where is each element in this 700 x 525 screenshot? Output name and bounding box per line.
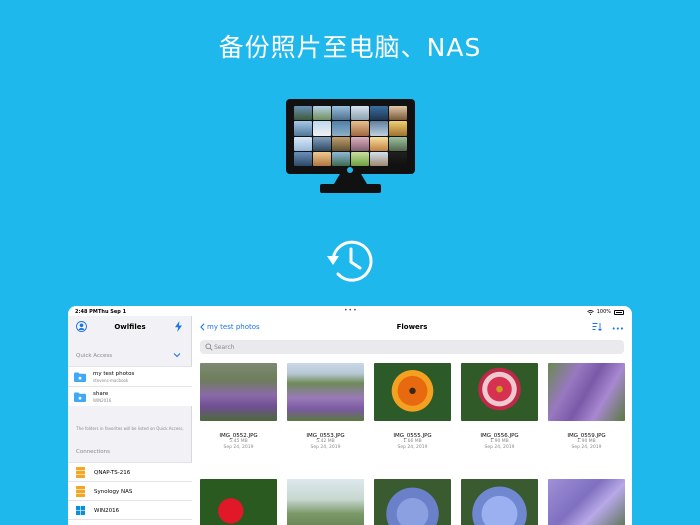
photo-tile[interactable] bbox=[287, 479, 364, 525]
photo-thumbnail bbox=[374, 479, 451, 525]
windows-icon bbox=[76, 506, 85, 515]
monitor-stand bbox=[334, 174, 367, 184]
quick-access-item[interactable]: my test photos stevens-macbook bbox=[68, 366, 192, 386]
file-date: Sep 24, 2019 bbox=[484, 445, 515, 450]
bolt-icon[interactable] bbox=[174, 321, 183, 332]
search-icon bbox=[205, 343, 213, 351]
battery-icon bbox=[614, 309, 624, 315]
connection-item[interactable]: Synology NAS bbox=[68, 481, 192, 500]
headline: 备份照片至电脑、NAS bbox=[218, 33, 482, 62]
status-right: 100% bbox=[586, 309, 624, 315]
status-bar: 2:48 PM Thu Sep 1 ••• 100% bbox=[68, 306, 632, 316]
battery-percent: 100% bbox=[596, 309, 611, 315]
quick-access-name: my test photos bbox=[93, 371, 135, 377]
more-icon[interactable]: ••• bbox=[612, 325, 624, 333]
photo-tile[interactable]: IMG_0555.JPG 1.66 MB Sep 24, 2019 bbox=[374, 363, 451, 451]
monitor-icon bbox=[286, 99, 415, 194]
connection-name: QNAP-TS-216 bbox=[94, 470, 131, 476]
power-indicator bbox=[347, 167, 353, 173]
file-date: Sep 24, 2019 bbox=[310, 445, 341, 450]
connection-item[interactable]: QNAP-TS-216 bbox=[68, 462, 192, 481]
search-input[interactable] bbox=[214, 341, 614, 353]
photo-grid bbox=[294, 106, 407, 166]
quick-access-note: The folders in favorites will be listed … bbox=[76, 426, 184, 431]
folder-icon bbox=[74, 392, 86, 402]
quick-access-item[interactable]: share WIN2016 bbox=[68, 386, 192, 406]
connection-name: WIN2016 bbox=[94, 508, 120, 514]
monitor-screen-frame bbox=[286, 99, 415, 174]
photo-tile[interactable] bbox=[200, 479, 277, 525]
photo-tile[interactable] bbox=[374, 479, 451, 525]
multitask-dots-icon[interactable]: ••• bbox=[344, 307, 358, 314]
file-date: Sep 24, 2019 bbox=[571, 445, 602, 450]
folder-title: Flowers bbox=[396, 323, 428, 331]
photo-thumbnail bbox=[200, 363, 277, 421]
tablet-screen: 2:48 PM Thu Sep 1 ••• 100% Owlfiles Quic… bbox=[68, 306, 632, 525]
sidebar-header: Owlfiles bbox=[68, 316, 192, 338]
photo-tile[interactable]: IMG_0559.JPG 1.90 MB Sep 24, 2019 bbox=[548, 363, 625, 451]
photo-thumbnail bbox=[461, 363, 538, 421]
nas-icon bbox=[76, 486, 85, 497]
status-time: 2:48 PM bbox=[75, 309, 98, 315]
photo-thumbnail bbox=[200, 479, 277, 525]
quick-access-label: Quick Access bbox=[76, 353, 113, 359]
quick-access-name: share bbox=[93, 391, 109, 397]
photo-tile[interactable] bbox=[548, 479, 625, 525]
status-day: Thu Sep 1 bbox=[98, 309, 127, 315]
wifi-icon bbox=[586, 309, 594, 315]
photo-thumbnail bbox=[287, 363, 364, 421]
file-date: Sep 24, 2019 bbox=[223, 445, 254, 450]
photo-thumbnail bbox=[461, 479, 538, 525]
connection-item[interactable] bbox=[68, 519, 192, 525]
photo-tile[interactable]: IMG_0552.JPG 5.45 MB Sep 24, 2019 bbox=[200, 363, 277, 451]
connection-name: Synology NAS bbox=[94, 489, 133, 495]
history-icon bbox=[327, 240, 373, 282]
photo-thumbnail bbox=[374, 363, 451, 421]
chevron-down-icon[interactable] bbox=[173, 352, 181, 358]
quick-access-host: stevens-macbook bbox=[93, 378, 129, 383]
photo-thumbnail bbox=[548, 363, 625, 421]
connections-label: Connections bbox=[76, 449, 110, 455]
photo-thumbnail bbox=[287, 479, 364, 525]
file-date: Sep 24, 2019 bbox=[397, 445, 428, 450]
monitor-base bbox=[320, 184, 381, 193]
search-bar[interactable] bbox=[200, 340, 624, 354]
nas-icon bbox=[76, 467, 85, 478]
sort-icon[interactable] bbox=[592, 322, 602, 332]
photo-tile[interactable] bbox=[461, 479, 538, 525]
quick-access-host: WIN2016 bbox=[93, 398, 112, 403]
photo-tile[interactable]: IMG_0556.JPG 1.90 MB Sep 24, 2019 bbox=[461, 363, 538, 451]
photo-thumbnail bbox=[548, 479, 625, 525]
file-browser: my test photos Flowers ••• IMG_0552.JPG … bbox=[192, 316, 632, 525]
photo-tile[interactable]: IMG_0553.JPG 5.42 MB Sep 24, 2019 bbox=[287, 363, 364, 451]
sidebar: Owlfiles Quick Access my test photos ste… bbox=[68, 316, 192, 525]
folder-icon bbox=[74, 372, 86, 382]
connection-item[interactable]: WIN2016 bbox=[68, 500, 192, 519]
